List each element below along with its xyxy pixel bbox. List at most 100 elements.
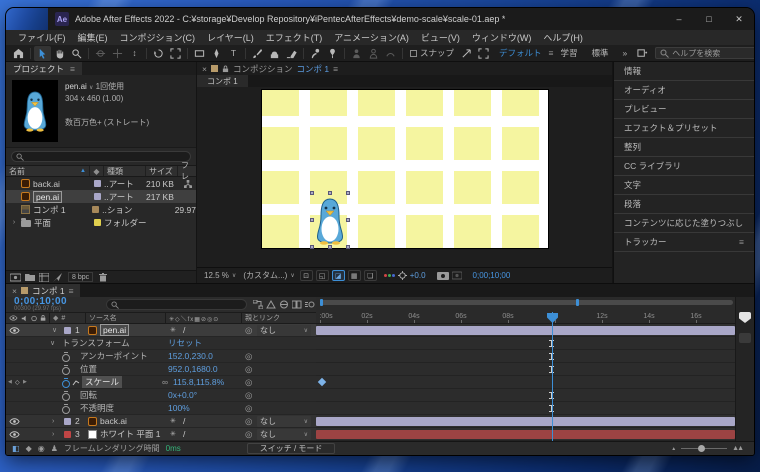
pen-tool-icon[interactable] — [208, 46, 225, 61]
exposure-value[interactable]: +0.0 — [410, 271, 426, 280]
position-row[interactable]: 位置 952.0,1680.0 ◎ — [6, 363, 316, 376]
column-label[interactable]: ◆ — [90, 166, 104, 176]
add-keyframe-icon[interactable]: ◇ — [15, 376, 20, 388]
time-navigator-scrollbar[interactable] — [320, 300, 733, 305]
viewer-comp-name[interactable]: コンポ 1 — [296, 63, 329, 75]
panel-item-tracker[interactable]: トラッカー ≡ — [614, 233, 754, 252]
show-channel-icon[interactable] — [383, 274, 395, 277]
panel-item-align[interactable]: 整列 — [614, 138, 754, 157]
show-snapshot-icon[interactable] — [451, 271, 462, 280]
composition-viewer[interactable] — [197, 87, 612, 267]
layer-row-back-ai[interactable]: › 2 back.ai ✳ / ◎ なし ∨ — [6, 415, 316, 428]
zoom-tool-icon[interactable] — [68, 46, 85, 61]
zoom-slider-handle[interactable] — [698, 445, 706, 452]
scale-value[interactable]: 115.8,115.8% — [173, 376, 224, 388]
snap-checkbox[interactable] — [410, 49, 417, 57]
timecode-value[interactable]: 0;00;10;00 — [14, 297, 102, 307]
twirl-closed-icon[interactable]: › — [10, 219, 18, 226]
track-rotation[interactable] — [316, 389, 735, 402]
transform-reset-link[interactable]: リセット — [168, 337, 202, 349]
transform-group-label[interactable]: トランスフォーム — [62, 337, 130, 349]
panel-item-info[interactable]: 情報 — [614, 62, 754, 81]
resolution-dropdown[interactable]: (カスタム...) ∨ — [241, 270, 296, 281]
menu-edit[interactable]: 編集(E) — [72, 31, 114, 44]
parent-pickwhip-icon[interactable]: ◎ — [245, 415, 252, 427]
penguin-layer-image[interactable] — [315, 197, 345, 245]
keyframe-diamond[interactable] — [317, 377, 327, 387]
eraser-tool-icon[interactable] — [283, 46, 300, 61]
project-search-input[interactable] — [11, 151, 191, 162]
menu-layer[interactable]: レイヤー(L) — [201, 31, 260, 44]
brush-tool-icon[interactable] — [249, 46, 266, 61]
home-icon[interactable] — [10, 46, 27, 61]
bit-depth-button[interactable]: 8 bpc — [68, 272, 94, 282]
eye-icon[interactable] — [8, 415, 20, 427]
snap-bounds-icon[interactable] — [475, 46, 492, 61]
anchor-point-value[interactable]: 152.0,230.0 — [168, 350, 213, 362]
opacity-row[interactable]: 不透明度 100% ◎ — [6, 402, 316, 415]
panel-item-effects-presets[interactable]: エフェクト＆プリセット — [614, 119, 754, 138]
parent-pickwhip-icon[interactable]: ◎ — [245, 428, 252, 440]
column-framerate[interactable]: フレ — [178, 161, 196, 181]
project-settings-icon[interactable] — [53, 272, 62, 282]
workspace-tab-learn[interactable]: 学習 — [554, 47, 585, 59]
panel-menu-icon[interactable]: ≡ — [333, 64, 338, 74]
scale-row[interactable]: ◀ ◇ ▶ スケール ∞ 115.8,115.8% ◎ — [6, 376, 316, 389]
sort-asc-icon[interactable]: ▲ — [80, 168, 86, 174]
transform-handle[interactable] — [327, 245, 332, 249]
dolly-camera-tool-icon[interactable]: ↕ — [126, 46, 143, 61]
workspace-overflow-icon[interactable]: » — [616, 48, 635, 58]
stopwatch-icon[interactable] — [62, 351, 70, 362]
label-color-swatch[interactable] — [91, 206, 99, 213]
region-of-interest-icon[interactable]: ◱ — [315, 270, 329, 281]
stopwatch-icon[interactable] — [62, 403, 70, 414]
menu-effect[interactable]: エフェクト(T) — [260, 31, 329, 44]
snap-toggle[interactable]: スナップ — [410, 47, 454, 59]
project-row-back-ai[interactable]: back.ai ..アート 210 KB — [6, 177, 196, 190]
layer-selection-box[interactable] — [309, 191, 350, 249]
rotation-row[interactable]: 回転 0x+0.0° ◎ — [6, 389, 316, 402]
roto-brush-tool-icon[interactable] — [307, 46, 324, 61]
orbit-camera-tool-icon[interactable] — [92, 46, 109, 61]
interpret-footage-icon[interactable] — [10, 273, 21, 282]
magnification-dropdown[interactable]: 12.5 % ∨ — [202, 271, 238, 280]
playhead-line[interactable] — [552, 312, 553, 441]
selection-tool-icon[interactable] — [34, 45, 51, 61]
project-row-pen-ai[interactable]: pen.ai ..アート 217 KB — [6, 190, 196, 203]
position-label[interactable]: 位置 — [80, 363, 97, 375]
track-back-ai[interactable] — [316, 415, 735, 428]
parent-pickwhip-icon[interactable]: ◎ — [245, 324, 252, 336]
lock-icon[interactable] — [222, 65, 229, 73]
footage-usage[interactable]: 1回使用 — [96, 82, 124, 91]
transform-handle[interactable] — [309, 245, 314, 249]
close-button[interactable]: ✕ — [724, 8, 754, 30]
composition-canvas[interactable] — [260, 89, 549, 249]
property-pickwhip-icon[interactable]: ◎ — [245, 363, 252, 375]
collapse-switch[interactable]: ✳ — [170, 415, 176, 427]
stopwatch-active-icon[interactable] — [62, 377, 70, 388]
source-name-column[interactable]: ソース名 — [86, 313, 166, 323]
property-pickwhip-icon[interactable]: ◎ — [245, 376, 252, 388]
workspace-tab-default[interactable]: デフォルト — [492, 47, 549, 59]
footage-caret-icon[interactable]: ∨ — [89, 85, 93, 91]
twirl-closed-icon[interactable]: › — [52, 415, 60, 427]
parent-dropdown[interactable]: なし ∨ — [257, 324, 311, 336]
statusbar-icon-proxy[interactable]: ♟ — [51, 444, 58, 453]
label-color-swatch[interactable] — [64, 417, 71, 425]
parent-link-column[interactable]: 親とリンク — [242, 313, 316, 323]
maximize-button[interactable]: □ — [694, 8, 724, 30]
motion-blur-icon[interactable] — [303, 299, 316, 310]
opacity-value[interactable]: 100% — [168, 402, 190, 414]
layer-duration-bar[interactable] — [316, 417, 735, 426]
property-pickwhip-icon[interactable]: ◎ — [245, 402, 252, 414]
transform-handle[interactable] — [309, 191, 314, 195]
layer-duration-bar[interactable] — [316, 430, 735, 439]
layer-row-white-solid[interactable]: › 3 ホワイト 平面 1 ✳ / ◎ なし ∨ — [6, 428, 316, 441]
menu-view[interactable]: ビュー(V) — [415, 31, 466, 44]
panel-menu-icon[interactable]: ≡ — [70, 64, 75, 74]
track-pen-ai[interactable] — [316, 324, 735, 337]
menu-help[interactable]: ヘルプ(H) — [537, 31, 589, 44]
quality-switch[interactable]: / — [183, 428, 185, 440]
label-color-swatch[interactable] — [93, 180, 101, 187]
layer-duration-bar[interactable] — [316, 326, 735, 335]
